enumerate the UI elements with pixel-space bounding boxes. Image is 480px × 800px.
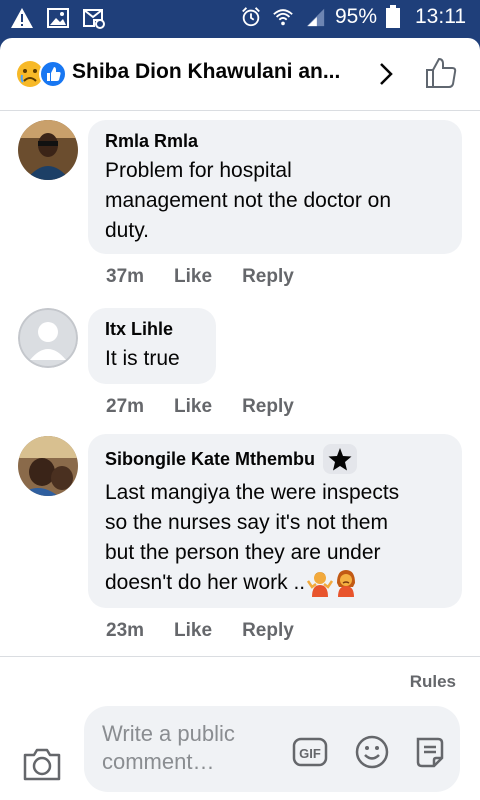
signal-icon <box>306 8 325 27</box>
comment-actions: 27m Like Reply <box>106 396 294 418</box>
wifi-icon <box>273 9 293 26</box>
star-icon <box>328 448 352 471</box>
like-button[interactable]: Like <box>174 396 212 418</box>
image-icon <box>47 8 69 28</box>
reply-button[interactable]: Reply <box>242 396 294 418</box>
comment-timestamp[interactable]: 27m <box>106 396 144 418</box>
comment-timestamp[interactable]: 23m <box>106 620 144 642</box>
avatar-placeholder[interactable] <box>18 308 78 368</box>
avatar[interactable] <box>18 120 78 180</box>
status-bar: 95% 13:11 <box>0 0 480 38</box>
battery-percent: 95% <box>334 5 377 28</box>
comment-text: Last mangiya the were inspects so the nu… <box>105 478 445 598</box>
svg-text:GIF: GIF <box>299 746 321 761</box>
like-reaction-icon <box>39 60 67 88</box>
comment-actions: 23m Like Reply <box>106 620 294 642</box>
comment-composer[interactable]: Write a public comment… GIF <box>84 706 460 792</box>
thumbs-up-icon[interactable] <box>424 56 458 90</box>
comment-text: Problem for hospital management not the … <box>105 159 392 242</box>
camera-icon[interactable] <box>22 746 62 782</box>
like-button[interactable]: Like <box>174 266 212 288</box>
top-fan-badge[interactable] <box>323 444 358 474</box>
comment-bubble[interactable]: Sibongile Kate Mthembu Last mangiya the … <box>88 434 462 608</box>
reactions-header[interactable]: Shiba Dion Khawulani an... <box>0 38 480 111</box>
like-button[interactable]: Like <box>174 620 212 642</box>
status-right-icons: 95% 13:11 <box>239 5 466 29</box>
battery-icon <box>386 5 400 28</box>
chevron-right-icon[interactable] <box>376 60 396 88</box>
reaction-icons <box>17 60 67 88</box>
person-pouting-icon <box>337 570 356 597</box>
email-icon <box>83 9 105 29</box>
comment-author[interactable]: Rmla Rmla <box>105 130 445 152</box>
avatar[interactable] <box>18 436 78 496</box>
comment-timestamp[interactable]: 37m <box>106 266 144 288</box>
comment-actions: 37m Like Reply <box>106 266 294 288</box>
comment-bubble[interactable]: Itx Lihle It is true <box>88 308 216 384</box>
rules-link[interactable]: Rules <box>410 672 456 692</box>
sticker-icon[interactable] <box>412 734 448 770</box>
comment-author[interactable]: Itx Lihle <box>105 318 199 340</box>
comment-bubble[interactable]: Rmla Rmla Problem for hospital managemen… <box>88 120 462 254</box>
alarm-icon <box>242 7 260 27</box>
comment-input-placeholder[interactable]: Write a public comment… <box>102 720 272 776</box>
reply-button[interactable]: Reply <box>242 620 294 642</box>
comment-text: It is true <box>105 347 180 370</box>
comments-sheet: Shiba Dion Khawulani an... Rmla Rmla Pro… <box>0 38 480 800</box>
status-time: 13:11 <box>415 5 466 28</box>
status-left-icons <box>10 7 106 29</box>
person-shrugging-icon <box>307 572 334 597</box>
emoji-icon[interactable] <box>354 734 390 770</box>
reply-button[interactable]: Reply <box>242 266 294 288</box>
post-title[interactable]: Shiba Dion Khawulani an... <box>72 60 340 84</box>
gif-icon[interactable]: GIF <box>292 734 328 770</box>
comment-author[interactable]: Sibongile Kate Mthembu <box>105 444 445 474</box>
composer-divider <box>0 656 480 657</box>
warning-icon <box>11 8 33 28</box>
